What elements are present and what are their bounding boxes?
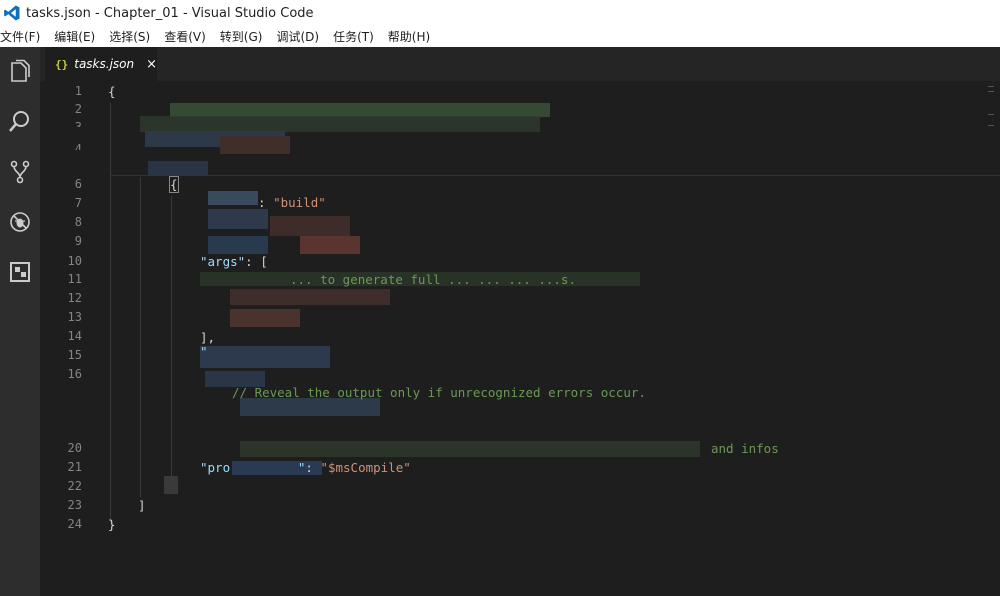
line-number: 6 bbox=[74, 177, 82, 191]
code-line-15: " bbox=[200, 344, 208, 359]
code-line-7: : "build" bbox=[258, 195, 326, 210]
vertical-scrollbar[interactable] bbox=[986, 81, 1000, 596]
code-line-6: { bbox=[169, 176, 179, 193]
debug-button[interactable] bbox=[0, 197, 40, 247]
code-line-20: and infos bbox=[711, 441, 779, 456]
line-number: 23 bbox=[67, 498, 82, 512]
code-line-23: ] bbox=[138, 498, 146, 513]
redacted-block bbox=[148, 161, 208, 175]
redacted-block bbox=[208, 191, 258, 205]
line-number: 15 bbox=[67, 348, 82, 362]
code-token: // Reveal the output only if unrecognize… bbox=[232, 385, 646, 400]
source-control-button[interactable] bbox=[0, 147, 40, 197]
explorer-icon bbox=[11, 59, 30, 82]
code-line-14: ], bbox=[200, 330, 215, 345]
debug-icon bbox=[10, 212, 30, 232]
json-file-icon: {} bbox=[55, 57, 69, 71]
search-icon bbox=[9, 111, 29, 132]
code-line-1: { bbox=[108, 84, 116, 99]
redacted-block bbox=[208, 209, 268, 229]
code-token: } bbox=[108, 517, 116, 532]
title-bar: tasks.json - Chapter_01 - Visual Studio … bbox=[0, 0, 1000, 26]
line-number: 24 bbox=[67, 517, 82, 531]
line-number: 20 bbox=[67, 441, 82, 455]
redacted-block bbox=[270, 216, 350, 236]
menu-selection[interactable]: 选择(S) bbox=[109, 28, 156, 45]
redacted-block bbox=[200, 346, 330, 368]
line-number: 1 bbox=[74, 84, 82, 98]
menu-bar: 文件(F) 编辑(E) 选择(S) 查看(V) 转到(G) 调试(D) 任务(T… bbox=[0, 26, 1000, 47]
code-token: "$msCompile" bbox=[320, 460, 411, 475]
menu-file[interactable]: 文件(F) bbox=[0, 28, 46, 45]
code-token: "args" bbox=[200, 254, 246, 269]
redacted-block bbox=[164, 476, 178, 494]
line-number: 3 bbox=[74, 120, 82, 127]
line-number: 8 bbox=[74, 215, 82, 229]
line-number: 14 bbox=[67, 329, 82, 343]
search-button[interactable] bbox=[0, 97, 40, 147]
line-number: 10 bbox=[67, 254, 82, 268]
activity-bar bbox=[0, 47, 40, 596]
code-line-21: "pro ": "$msCompile" bbox=[200, 460, 411, 475]
line-number: 4 bbox=[74, 142, 82, 150]
extensions-icon bbox=[10, 262, 30, 282]
code-token: " bbox=[200, 344, 208, 359]
redacted-block bbox=[208, 236, 268, 254]
menu-view[interactable]: 查看(V) bbox=[164, 28, 212, 45]
redacted-block bbox=[300, 236, 360, 254]
line-number: 9 bbox=[74, 234, 82, 248]
redacted-block bbox=[240, 398, 380, 416]
code-token: ... to generate full ... ... ... ...s. bbox=[290, 272, 576, 287]
code-token: ], bbox=[200, 330, 216, 345]
redacted-block bbox=[140, 116, 540, 132]
code-token: "build" bbox=[273, 195, 326, 210]
current-line-highlight bbox=[110, 175, 1000, 176]
menu-edit[interactable]: 编辑(E) bbox=[54, 28, 101, 45]
indent-guide bbox=[171, 196, 172, 486]
redacted-block bbox=[240, 441, 700, 457]
extensions-button[interactable] bbox=[0, 247, 40, 297]
code-token: and infos bbox=[711, 441, 779, 456]
menu-debug[interactable]: 调试(D) bbox=[276, 28, 325, 45]
line-number: 2 bbox=[74, 102, 82, 116]
line-number: 13 bbox=[67, 310, 82, 324]
code-line-17: // Reveal the output only if unrecognize… bbox=[232, 385, 646, 400]
code-line-11: ... to generate full ... ... ... ...s. bbox=[290, 272, 576, 287]
redacted-block bbox=[220, 136, 290, 154]
close-icon[interactable]: × bbox=[146, 57, 157, 72]
code-token: : [ bbox=[245, 254, 268, 269]
line-number: 12 bbox=[67, 291, 82, 305]
line-number: 22 bbox=[67, 479, 82, 493]
menu-go[interactable]: 转到(G) bbox=[220, 28, 269, 45]
vscode-logo-icon bbox=[4, 5, 20, 21]
code-token: "pro bbox=[200, 460, 231, 475]
tab-bar: {} tasks.json × bbox=[40, 47, 1000, 81]
matched-bracket: { bbox=[169, 176, 179, 193]
source-control-icon bbox=[10, 160, 30, 184]
indent-guide bbox=[110, 103, 111, 523]
tab-label: tasks.json bbox=[74, 57, 135, 71]
indent-guide bbox=[140, 177, 141, 497]
code-editor[interactable]: 1 2 3 4 6 7 8 9 10 11 12 13 14 15 16 20 … bbox=[40, 81, 1000, 596]
line-number: 21 bbox=[67, 460, 82, 474]
tab-tasks-json[interactable]: {} tasks.json × bbox=[45, 47, 157, 81]
menu-tasks[interactable]: 任务(T) bbox=[333, 28, 380, 45]
line-number: 7 bbox=[74, 196, 82, 210]
menu-help[interactable]: 帮助(H) bbox=[388, 28, 436, 45]
code-token: ] bbox=[138, 498, 146, 513]
line-number: 11 bbox=[67, 272, 82, 286]
line-number: 16 bbox=[67, 367, 82, 381]
code-line-10: "args": [ bbox=[200, 254, 268, 269]
code-line-24: } bbox=[108, 517, 116, 532]
redacted-block bbox=[230, 309, 300, 327]
window-title: tasks.json - Chapter_01 - Visual Studio … bbox=[26, 5, 314, 21]
explorer-button[interactable] bbox=[0, 47, 40, 97]
redacted-block bbox=[170, 103, 550, 117]
redacted-block bbox=[230, 289, 390, 305]
code-token: { bbox=[108, 84, 116, 99]
